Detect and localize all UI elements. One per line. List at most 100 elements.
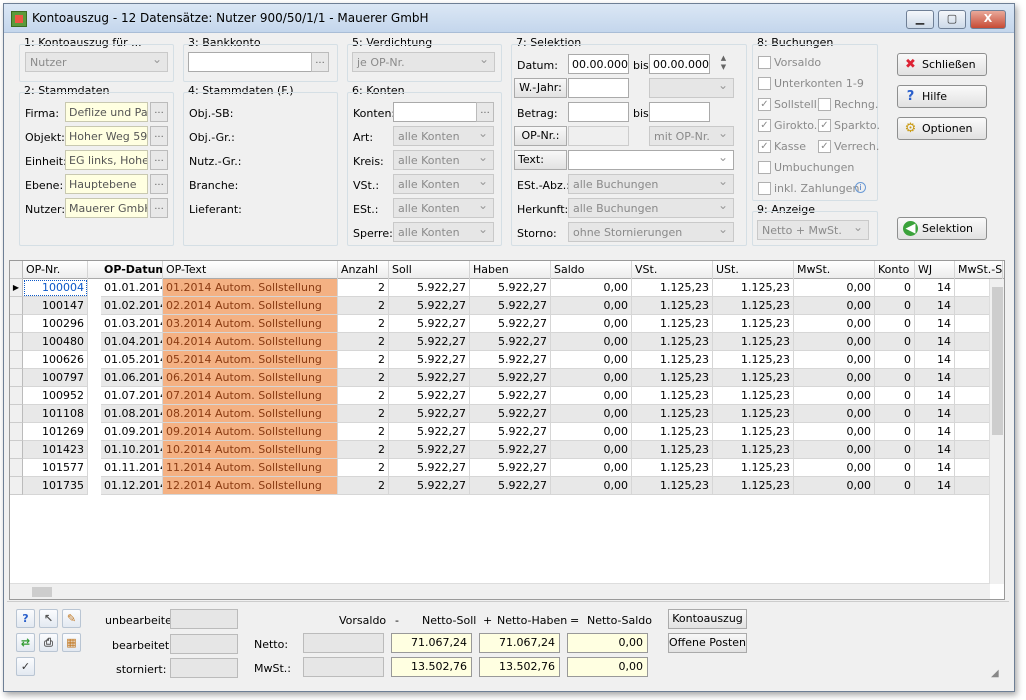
table-cell[interactable]: 1.125,23 xyxy=(632,297,713,315)
table-cell[interactable]: 01.05.2014 xyxy=(101,351,163,369)
table-cell[interactable]: 5.922,27 xyxy=(470,459,551,477)
table-cell[interactable]: 101735 xyxy=(23,477,88,495)
table-cell[interactable]: 14 xyxy=(915,351,955,369)
table-cell[interactable]: 1.125,23 xyxy=(713,459,794,477)
vst-select[interactable]: alle Konten xyxy=(393,174,494,194)
column-header[interactable]: MwSt. xyxy=(794,261,875,279)
table-cell[interactable]: 101269 xyxy=(23,423,88,441)
table-cell[interactable]: 14 xyxy=(915,279,955,297)
table-cell[interactable]: 5.922,27 xyxy=(470,351,551,369)
row-indicator[interactable] xyxy=(10,297,23,315)
nutzer-browse-button[interactable]: ... xyxy=(150,198,168,218)
table-cell[interactable]: 0,00 xyxy=(551,423,632,441)
inkl-zahlungen-checkbox[interactable] xyxy=(758,182,771,195)
table-row[interactable]: 100952 01.07.2014 07.2014 Autom. Sollstell… xyxy=(10,387,1003,405)
table-cell[interactable]: 5.922,27 xyxy=(389,297,470,315)
table-cell[interactable]: 2 xyxy=(338,315,389,333)
help-small-icon[interactable]: ? xyxy=(16,609,35,628)
objekt-browse-button[interactable]: ... xyxy=(150,126,168,146)
row-indicator[interactable] xyxy=(10,459,23,477)
betrag-from-field[interactable] xyxy=(568,102,629,122)
column-header[interactable]: Anzahl xyxy=(338,261,389,279)
einheit-browse-button[interactable]: ... xyxy=(150,150,168,170)
table-cell[interactable]: 1.125,23 xyxy=(713,441,794,459)
wjahr-select[interactable] xyxy=(649,78,734,98)
column-header[interactable]: Soll xyxy=(389,261,470,279)
table-cell[interactable]: 0,00 xyxy=(551,441,632,459)
vertical-scroll-thumb[interactable] xyxy=(992,287,1003,435)
table-cell[interactable]: 14 xyxy=(915,297,955,315)
table-cell[interactable]: 1.125,23 xyxy=(713,279,794,297)
table-cell[interactable]: 0,00 xyxy=(551,387,632,405)
table-row[interactable]: 101577 01.11.2014 11.2014 Autom. Sollstell… xyxy=(10,459,1003,477)
estabz-select[interactable]: alle Buchungen xyxy=(568,174,734,194)
offene-posten-button[interactable]: Offene Posten xyxy=(668,633,747,653)
table-cell[interactable]: 09.2014 Autom. Sollstellung xyxy=(163,423,338,441)
table-cell[interactable]: 12.2014 Autom. Sollstellung xyxy=(163,477,338,495)
table-row[interactable]: 100797 01.06.2014 06.2014 Autom. Sollstell… xyxy=(10,369,1003,387)
firma-field[interactable]: Deflize und Part xyxy=(65,102,148,122)
row-indicator[interactable] xyxy=(10,369,23,387)
table-cell[interactable]: 0 xyxy=(875,279,915,297)
ebene-browse-button[interactable]: ... xyxy=(150,174,168,194)
table-cell[interactable]: 0,00 xyxy=(551,333,632,351)
table-cell[interactable]: 5.922,27 xyxy=(389,441,470,459)
table-cell[interactable]: 0,00 xyxy=(551,279,632,297)
table-cell[interactable]: 0 xyxy=(875,441,915,459)
resize-grip-icon[interactable]: ◢ xyxy=(991,668,1005,682)
selection-button[interactable]: ◀ Selektion xyxy=(897,217,987,240)
table-cell[interactable]: 01.03.2014 xyxy=(101,315,163,333)
table-cell[interactable]: 2 xyxy=(338,441,389,459)
table-row[interactable]: 100626 01.05.2014 05.2014 Autom. Sollstell… xyxy=(10,351,1003,369)
close-window-button[interactable]: X xyxy=(970,10,1006,29)
row-indicator[interactable] xyxy=(10,441,23,459)
table-cell[interactable]: 0,00 xyxy=(794,369,875,387)
table-cell[interactable]: 5.922,27 xyxy=(470,387,551,405)
table-cell[interactable]: 14 xyxy=(915,423,955,441)
table-cell[interactable]: 01.10.2014 xyxy=(101,441,163,459)
table-row[interactable]: 100296 01.03.2014 03.2014 Autom. Sollstell… xyxy=(10,315,1003,333)
row-indicator[interactable] xyxy=(10,477,23,495)
konten-browse-button[interactable]: ... xyxy=(476,102,494,122)
kontoauszug-report-button[interactable]: Kontoauszug xyxy=(668,609,747,629)
table-cell[interactable]: 100296 xyxy=(23,315,88,333)
table-cell[interactable]: 5.922,27 xyxy=(470,279,551,297)
sperre-select[interactable]: alle Konten xyxy=(393,222,494,242)
table-cell[interactable]: 5.922,27 xyxy=(470,297,551,315)
table-cell[interactable]: 100952 xyxy=(23,387,88,405)
row-indicator[interactable] xyxy=(10,423,23,441)
table-cell[interactable]: 5.922,27 xyxy=(470,333,551,351)
table-cell[interactable]: 100626 xyxy=(23,351,88,369)
table-cell[interactable]: 0,00 xyxy=(551,315,632,333)
print-icon[interactable]: ⎙ xyxy=(39,633,58,652)
table-cell[interactable]: 0 xyxy=(875,369,915,387)
table-cell[interactable]: 1.125,23 xyxy=(713,333,794,351)
objekt-field[interactable]: Hoher Weg 59 - xyxy=(65,126,148,146)
table-cell[interactable]: 1.125,23 xyxy=(632,351,713,369)
column-header[interactable]: MwSt.-S xyxy=(955,261,1003,279)
checkbox-icon[interactable]: ✓ xyxy=(16,657,35,676)
column-header[interactable]: WJ xyxy=(915,261,955,279)
table-cell[interactable]: 1.125,23 xyxy=(713,315,794,333)
wjahr-button[interactable]: W.-Jahr: xyxy=(514,78,567,98)
table-cell[interactable]: 5.922,27 xyxy=(470,405,551,423)
table-cell[interactable]: 0,00 xyxy=(794,423,875,441)
table-cell[interactable]: 01.09.2014 xyxy=(101,423,163,441)
table-cell[interactable]: 01.07.2014 xyxy=(101,387,163,405)
sollstell-checkbox[interactable]: ✓ xyxy=(758,98,771,111)
table-cell[interactable]: 14 xyxy=(915,459,955,477)
anzeige-select[interactable]: Netto + MwSt. xyxy=(757,220,869,240)
table-cell[interactable]: 1.125,23 xyxy=(632,405,713,423)
opnr-field[interactable] xyxy=(568,126,629,146)
table-cell[interactable]: 0,00 xyxy=(794,315,875,333)
table-cell[interactable]: 1.125,23 xyxy=(632,441,713,459)
table-cell[interactable]: 1.125,23 xyxy=(632,387,713,405)
table-cell[interactable]: 5.922,27 xyxy=(389,405,470,423)
firma-browse-button[interactable]: ... xyxy=(150,102,168,122)
table-cell[interactable]: 5.922,27 xyxy=(389,459,470,477)
column-header[interactable]: Saldo xyxy=(551,261,632,279)
table-cell[interactable]: 5.922,27 xyxy=(470,477,551,495)
table-cell[interactable]: 01.12.2014 xyxy=(101,477,163,495)
ebene-field[interactable]: Hauptebene xyxy=(65,174,148,194)
einheit-field[interactable]: EG links, Hoher xyxy=(65,150,148,170)
